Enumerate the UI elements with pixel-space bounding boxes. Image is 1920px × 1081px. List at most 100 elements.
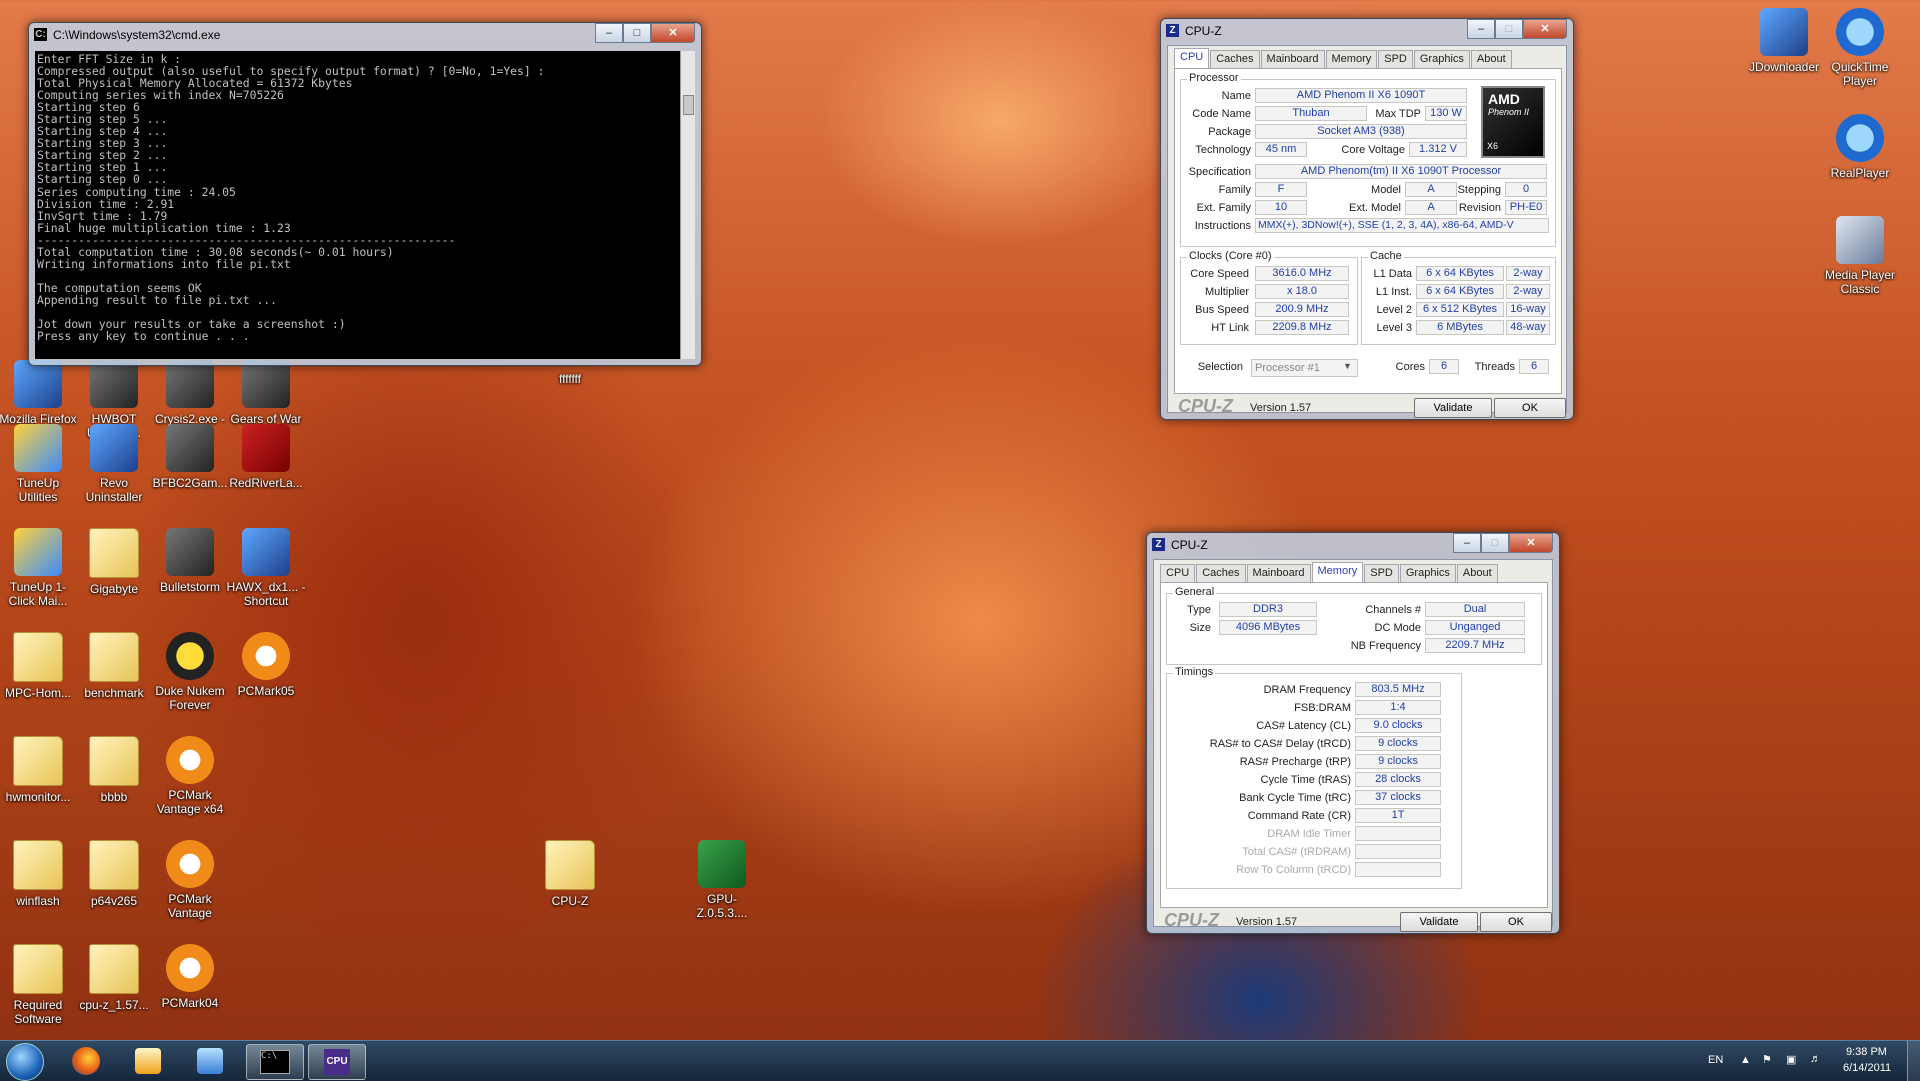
- language-indicator[interactable]: EN: [1708, 1054, 1723, 1066]
- cpuz2-titlebar[interactable]: Z CPU-Z – □ ✕: [1147, 533, 1559, 557]
- desktop-icon[interactable]: PCMark04: [150, 944, 230, 1010]
- desktop-icon[interactable]: Gigabyte: [74, 528, 154, 596]
- cache-way-value: 2-way: [1506, 266, 1550, 281]
- minimize-button[interactable]: –: [1467, 19, 1495, 39]
- desktop-icon[interactable]: JDownloader: [1744, 8, 1824, 74]
- network-tray-icon[interactable]: ▣: [1786, 1053, 1796, 1066]
- desktop-icon[interactable]: BFBC2Gam...: [150, 424, 230, 490]
- extmodel-label: Ext. Model: [1349, 202, 1401, 214]
- desktop-icon[interactable]: bbbb: [74, 736, 154, 804]
- tab-spd[interactable]: SPD: [1378, 50, 1413, 69]
- desktop-icon[interactable]: p64v265: [74, 840, 154, 908]
- cmd-output[interactable]: Enter FFT Size in k : Compressed output (…: [35, 51, 681, 359]
- desktop-icon[interactable]: RedRiverLa...: [226, 424, 306, 490]
- desktop-icon[interactable]: Duke Nukem Forever: [150, 632, 230, 712]
- close-button[interactable]: ✕: [1523, 19, 1567, 39]
- spec-label: Specification: [1188, 166, 1251, 178]
- cache-size-value: 6 MBytes: [1416, 320, 1504, 335]
- cache-level-label: Level 2: [1376, 304, 1412, 316]
- validate-button[interactable]: Validate: [1414, 398, 1492, 418]
- desktop-icon[interactable]: hwmonitor...: [0, 736, 78, 804]
- chevron-down-icon[interactable]: ▼: [1343, 361, 1352, 371]
- desktop-icon-label: Gigabyte: [89, 582, 139, 596]
- desktop-icon[interactable]: PCMark Vantage: [150, 840, 230, 920]
- cpuz-memory-window[interactable]: Z CPU-Z – □ ✕ CPU Caches Mainboard Memory SP…: [1146, 532, 1560, 934]
- taskbar-firefox-icon[interactable]: [58, 1044, 114, 1078]
- scroll-thumb[interactable]: [683, 95, 694, 115]
- tab-mainboard[interactable]: Mainboard: [1246, 564, 1311, 583]
- taskbar-media-player-icon[interactable]: [120, 1044, 176, 1078]
- tab-caches[interactable]: Caches: [1210, 50, 1260, 69]
- tab-about[interactable]: About: [1470, 50, 1512, 69]
- desktop-icon[interactable]: GPU-Z.0.5.3....: [682, 840, 762, 920]
- desktop-icon[interactable]: HAWX_dx1... - Shortcut: [226, 528, 306, 608]
- maximize-button[interactable]: □: [1481, 533, 1509, 553]
- minimize-button[interactable]: –: [595, 23, 623, 43]
- desktop-icon[interactable]: cpu-z_1.57...: [74, 944, 154, 1012]
- desktop-icon-label: benchmark: [84, 686, 144, 700]
- desktop-icon[interactable]: Required Software: [0, 944, 78, 1026]
- cmd-window[interactable]: C: C:\Windows\system32\cmd.exe – □ ✕ Ent…: [28, 22, 702, 366]
- cache-level-label: Level 3: [1376, 322, 1412, 334]
- desktop-icon[interactable]: Mozilla Firefox: [0, 360, 78, 426]
- taskbar-network-icon[interactable]: [182, 1044, 238, 1078]
- revision-label: Revision: [1458, 202, 1501, 214]
- maximize-button[interactable]: □: [1495, 19, 1523, 39]
- ok-button[interactable]: OK: [1480, 912, 1552, 932]
- desktop-icon[interactable]: CPU-Z: [530, 840, 610, 908]
- desktop-icon[interactable]: Revo Uninstaller: [74, 424, 154, 504]
- desktop-icon[interactable]: MPC-Hom...: [0, 632, 78, 700]
- show-desktop-button[interactable]: [1907, 1041, 1920, 1081]
- desktop-icon-label: winflash: [16, 894, 60, 908]
- desktop-icon-label: hwmonitor...: [5, 790, 71, 804]
- busspeed-value: 200.9 MHz: [1255, 302, 1349, 317]
- volume-icon[interactable]: ♬: [1810, 1053, 1821, 1065]
- gpu-icon: [698, 840, 746, 888]
- group-label: Timings: [1173, 666, 1216, 678]
- desktop-icon[interactable]: Media Player Classic: [1820, 216, 1900, 296]
- tab-memory[interactable]: Memory: [1325, 50, 1378, 69]
- close-button[interactable]: ✕: [1509, 533, 1553, 553]
- tab-cpu[interactable]: CPU: [1160, 564, 1196, 583]
- cpuz-logo: CPU-Z: [1178, 396, 1233, 416]
- desktop-icon-label: TuneUp 1-Click Mai...: [8, 580, 68, 608]
- desktop-icon[interactable]: PCMark05: [226, 632, 306, 698]
- ok-button[interactable]: OK: [1494, 398, 1566, 418]
- minimize-button[interactable]: –: [1453, 533, 1481, 553]
- desktop-icon[interactable]: fffffff: [530, 372, 610, 386]
- desktop-icon[interactable]: winflash: [0, 840, 78, 908]
- tab-graphics[interactable]: Graphics: [1399, 564, 1456, 583]
- desktop-icon[interactable]: TuneUp Utilities: [0, 424, 78, 504]
- taskbar-cpuz-icon[interactable]: CPU: [308, 1044, 366, 1080]
- tab-graphics[interactable]: Graphics: [1413, 50, 1470, 69]
- cmd-scrollbar[interactable]: [680, 51, 695, 359]
- maximize-button[interactable]: □: [623, 23, 651, 43]
- cpuz-cpu-window[interactable]: Z CPU-Z – □ ✕ CPU Caches Mainboard Memory SP…: [1160, 18, 1574, 420]
- tab-spd[interactable]: SPD: [1364, 564, 1399, 583]
- taskbar-cmd-icon[interactable]: C:\: [246, 1044, 304, 1080]
- clock-date[interactable]: 6/14/2011: [1843, 1062, 1891, 1074]
- desktop-icon[interactable]: RealPlayer: [1820, 114, 1900, 180]
- action-center-flag-icon[interactable]: ⚑: [1762, 1053, 1772, 1066]
- tab-mainboard[interactable]: Mainboard: [1260, 50, 1325, 69]
- tab-cpu[interactable]: CPU: [1174, 48, 1210, 69]
- desktop-icon[interactable]: PCMark Vantage x64: [150, 736, 230, 816]
- timing-value: 28 clocks: [1355, 772, 1441, 787]
- validate-button[interactable]: Validate: [1400, 912, 1478, 932]
- tab-about[interactable]: About: [1456, 564, 1498, 583]
- desktop-icon[interactable]: Gears of War: [226, 360, 306, 426]
- tab-memory[interactable]: Memory: [1311, 562, 1364, 583]
- desktop-icon[interactable]: benchmark: [74, 632, 154, 700]
- desktop-icon[interactable]: QuickTime Player: [1820, 8, 1900, 88]
- model-label: Model: [1371, 184, 1401, 196]
- tab-caches[interactable]: Caches: [1196, 564, 1246, 583]
- start-button[interactable]: [6, 1043, 44, 1081]
- desktop-icon[interactable]: Bulletstorm: [150, 528, 230, 594]
- desktop-icon[interactable]: TuneUp 1-Click Mai...: [0, 528, 78, 608]
- show-hidden-icons[interactable]: ▲: [1740, 1054, 1751, 1066]
- clock-time[interactable]: 9:38 PM: [1846, 1046, 1887, 1058]
- cmd-titlebar[interactable]: C: C:\Windows\system32\cmd.exe – □ ✕: [29, 23, 701, 47]
- close-button[interactable]: ✕: [651, 23, 695, 43]
- selection-dropdown[interactable]: Processor #1: [1251, 359, 1358, 377]
- cpuz1-titlebar[interactable]: Z CPU-Z – □ ✕: [1161, 19, 1573, 43]
